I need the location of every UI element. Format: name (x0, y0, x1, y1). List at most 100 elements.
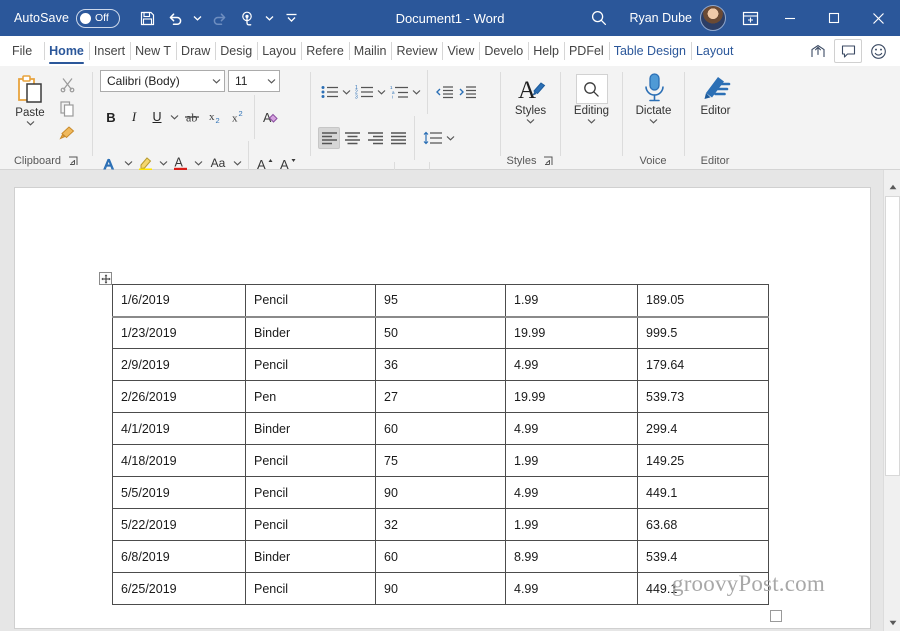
table-row[interactable]: 6/8/2019 Binder 60 8.99 539.4 (112, 540, 769, 573)
tab-mailings[interactable]: Mailin (348, 36, 392, 66)
cell-date[interactable]: 4/18/2019 (112, 444, 246, 477)
cell-total[interactable]: 449.1 (637, 476, 769, 509)
cell-units[interactable]: 36 (375, 348, 506, 381)
numbering-button[interactable]: 123 (353, 81, 375, 103)
align-right-button[interactable] (364, 127, 386, 149)
cell-units[interactable]: 90 (375, 476, 506, 509)
tab-table-design[interactable]: Table Design (608, 36, 691, 66)
tab-developer[interactable]: Develo (479, 36, 528, 66)
editing-dropdown-chevron-icon[interactable] (587, 118, 596, 124)
font-name-input[interactable]: Calibri (Body) (100, 70, 225, 92)
paste-button[interactable]: Paste (6, 70, 54, 126)
bullets-button[interactable] (318, 81, 340, 103)
cell-total[interactable]: 149.25 (637, 444, 769, 477)
underline-button[interactable]: U (146, 106, 168, 128)
cell-units[interactable]: 60 (375, 412, 506, 445)
styles-dropdown-chevron-icon[interactable] (526, 118, 535, 124)
close-button[interactable] (856, 0, 900, 36)
font-size-chevron-down-icon[interactable] (263, 78, 276, 84)
autosave-control[interactable]: AutoSave Off (14, 8, 121, 28)
cell-total[interactable]: 63.68 (637, 508, 769, 541)
cell-cost[interactable]: 4.99 (505, 412, 638, 445)
cell-item[interactable]: Pencil (245, 476, 376, 509)
clipboard-dialog-launcher-icon[interactable] (67, 155, 78, 166)
cell-cost[interactable]: 8.99 (505, 540, 638, 573)
cell-units[interactable]: 27 (375, 380, 506, 413)
table-row[interactable]: 4/18/2019 Pencil 75 1.99 149.25 (112, 444, 769, 477)
bullets-chevron-down-icon[interactable] (341, 81, 352, 103)
tab-layout[interactable]: Layou (257, 36, 301, 66)
cell-cost[interactable]: 1.99 (505, 508, 638, 541)
minimize-button[interactable] (768, 0, 812, 36)
cell-item[interactable]: Pencil (245, 444, 376, 477)
cell-total[interactable]: 999.5 (637, 316, 769, 349)
decrease-indent-button[interactable] (433, 81, 455, 103)
autosave-toggle[interactable]: Off (76, 8, 121, 28)
undo-dropdown-chevron-icon[interactable] (190, 5, 204, 31)
cell-date[interactable]: 2/26/2019 (112, 380, 246, 413)
tab-file[interactable]: File (0, 36, 44, 66)
cell-item[interactable]: Pencil (245, 508, 376, 541)
clear-formatting-button[interactable]: A (260, 106, 282, 128)
cell-cost[interactable]: 4.99 (505, 572, 638, 605)
cell-date[interactable]: 1/23/2019 (112, 316, 246, 349)
table-row[interactable]: 6/25/2019 Pencil 90 4.99 449.1 (112, 572, 769, 605)
table-row[interactable]: 5/22/2019 Pencil 32 1.99 63.68 (112, 508, 769, 541)
cell-item[interactable]: Binder (245, 316, 376, 349)
multilevel-chevron-down-icon[interactable] (411, 81, 422, 103)
document-data-table[interactable]: 1/6/2019 Pencil 95 1.99 189.05 1/23/2019… (112, 284, 769, 605)
bold-button[interactable]: B (100, 106, 122, 128)
underline-chevron-down-icon[interactable] (169, 106, 180, 128)
cell-units[interactable]: 32 (375, 508, 506, 541)
font-size-input[interactable]: 11 (228, 70, 280, 92)
cell-date[interactable]: 1/6/2019 (112, 284, 246, 318)
cell-item[interactable]: Pencil (245, 348, 376, 381)
editing-button[interactable]: Editing (568, 72, 616, 124)
save-icon[interactable] (134, 5, 160, 31)
scroll-up-arrow-icon[interactable] (884, 178, 900, 195)
search-icon[interactable] (579, 3, 619, 33)
table-row[interactable]: 2/9/2019 Pencil 36 4.99 179.64 (112, 348, 769, 381)
tab-pdfelement[interactable]: PDFel (563, 36, 609, 66)
cell-units[interactable]: 60 (375, 540, 506, 573)
cell-total[interactable]: 179.64 (637, 348, 769, 381)
cell-units[interactable]: 50 (375, 316, 506, 349)
cell-total[interactable]: 189.05 (637, 284, 769, 318)
feedback-smiley-icon[interactable] (864, 39, 892, 63)
account-button[interactable]: Ryan Dube (619, 5, 732, 31)
align-center-button[interactable] (341, 127, 363, 149)
dictate-dropdown-chevron-icon[interactable] (649, 118, 658, 124)
customize-quick-access-toolbar-icon[interactable] (278, 5, 304, 31)
table-row[interactable]: 4/1/2019 Binder 60 4.99 299.4 (112, 412, 769, 445)
align-left-button[interactable] (318, 127, 340, 149)
cell-cost[interactable]: 4.99 (505, 476, 638, 509)
cell-cost[interactable]: 19.99 (505, 316, 638, 349)
undo-icon[interactable] (162, 5, 188, 31)
table-row[interactable]: 5/5/2019 Pencil 90 4.99 449.1 (112, 476, 769, 509)
cell-units[interactable]: 75 (375, 444, 506, 477)
table-move-handle[interactable] (99, 272, 112, 285)
cell-date[interactable]: 5/22/2019 (112, 508, 246, 541)
cell-units[interactable]: 90 (375, 572, 506, 605)
tab-home[interactable]: Home (44, 36, 89, 66)
cell-item[interactable]: Binder (245, 412, 376, 445)
tab-table-layout[interactable]: Layout (690, 36, 739, 66)
table-row[interactable]: 1/23/2019 Binder 50 19.99 999.5 (112, 316, 769, 349)
tab-help[interactable]: Help (528, 36, 564, 66)
cell-date[interactable]: 5/5/2019 (112, 476, 246, 509)
cell-item[interactable]: Pencil (245, 284, 376, 318)
tab-insert[interactable]: Insert (88, 36, 130, 66)
font-name-chevron-down-icon[interactable] (208, 78, 221, 84)
increase-indent-button[interactable] (456, 81, 478, 103)
numbering-chevron-down-icon[interactable] (376, 81, 387, 103)
strikethrough-button[interactable]: ab (181, 106, 203, 128)
cell-item[interactable]: Pen (245, 380, 376, 413)
touch-mouse-mode-icon[interactable] (234, 5, 260, 31)
dictate-button[interactable]: Dictate (630, 70, 678, 124)
vertical-scrollbar[interactable] (883, 170, 900, 631)
tab-review[interactable]: Review (391, 36, 442, 66)
tab-design[interactable]: Desig (215, 36, 257, 66)
cell-cost[interactable]: 19.99 (505, 380, 638, 413)
styles-dialog-launcher-icon[interactable] (542, 155, 553, 166)
tab-draw[interactable]: Draw (176, 36, 215, 66)
